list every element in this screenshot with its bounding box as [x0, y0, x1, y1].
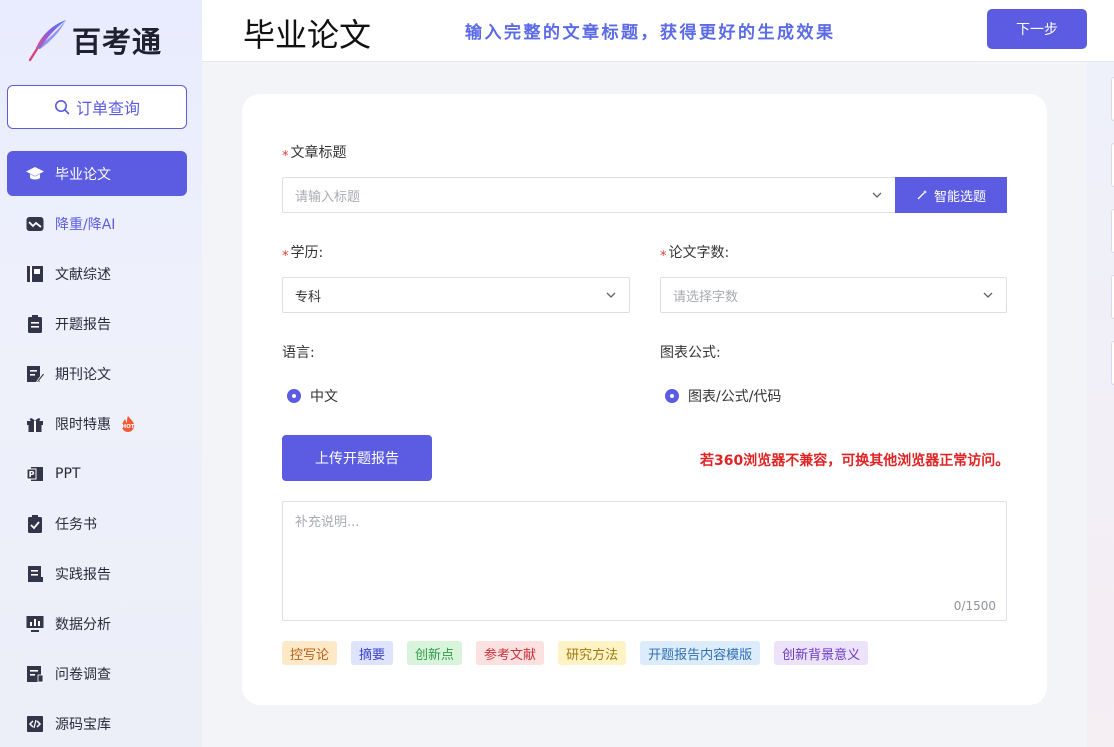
page-title: 毕业论文 [243, 16, 372, 54]
sidebar-item-label: PPT [55, 465, 81, 482]
radio-selected-icon [287, 389, 301, 403]
education-select[interactable]: 专科 [282, 277, 630, 313]
chevron-down-icon [606, 292, 616, 298]
title-placeholder: 请输入标题 [295, 189, 361, 205]
education-value: 专科 [295, 289, 322, 305]
title-label: * 文章标题 [282, 145, 347, 164]
search-icon [54, 100, 70, 115]
language-label: 语言: [282, 345, 315, 361]
tag-chip[interactable]: 参考文献 [476, 641, 545, 665]
sidebar-item-label: 降重/降AI [55, 216, 116, 233]
tag-chip[interactable]: 控写论 [282, 641, 338, 665]
sidebar-item-label: 实践报告 [55, 566, 111, 583]
graduation-cap-icon [25, 164, 45, 184]
upload-proposal-button[interactable]: 上传开题报告 [282, 435, 432, 481]
trend-down-icon [25, 214, 45, 234]
browser-warning: 若360浏览器不兼容，可换其他浏览器正常访问。 [700, 453, 1010, 469]
monitor-chart-icon [25, 614, 45, 634]
sidebar-item-thesis[interactable]: 毕业论文 [7, 151, 187, 196]
sidebar-item-label: 源码宝库 [55, 716, 111, 733]
smart-topic-label: 智能选题 [933, 189, 986, 205]
sidebar-item-practice[interactable]: 实践报告 [7, 551, 187, 596]
app-name: 百考通 [72, 25, 163, 59]
order-search-label: 订单查询 [75, 99, 140, 118]
title-input[interactable]: 请输入标题 [282, 177, 896, 213]
hot-badge-text: HOT [121, 424, 134, 430]
sidebar-item-literature[interactable]: 文献综述 [7, 251, 187, 296]
sparkle-icon [917, 190, 927, 200]
hot-badge-icon: HOT [121, 415, 135, 432]
sidebar-item-label: 数据分析 [55, 616, 111, 633]
required-mark: * [282, 149, 289, 164]
edit-document-icon [25, 364, 45, 384]
tag-chip[interactable]: 开题报告内容模版 [640, 641, 761, 665]
sidebar-item-promo[interactable]: 限时特惠 HOT [7, 401, 187, 446]
report-icon [25, 564, 45, 584]
sidebar-item-label: 任务书 [55, 516, 97, 533]
sidebar-item-proposal[interactable]: 开题报告 [7, 301, 187, 346]
notes-placeholder: 补充说明... [295, 515, 360, 530]
sidebar-item-label: 毕业论文 [55, 166, 111, 183]
smart-topic-button[interactable]: 智能选题 [895, 177, 1007, 213]
logo: 百考通 [26, 16, 162, 64]
survey-icon [25, 664, 45, 684]
code-icon [25, 714, 45, 734]
required-mark: * [660, 249, 667, 264]
book-icon [25, 264, 45, 284]
right-panel-edge [1087, 63, 1114, 747]
tag-chip[interactable]: 研究方法 [558, 641, 627, 665]
gift-icon [25, 414, 45, 434]
wordcount-label: * 论文字数: [660, 245, 730, 264]
chart-formula-value: 图表/公式/代码 [688, 389, 782, 405]
sidebar-item-label: 开题报告 [55, 316, 111, 333]
char-counter: 0/1500 [953, 599, 996, 613]
header: 毕业论文 输入完整的文章标题，获得更好的生成效果 下一步 [202, 0, 1114, 62]
order-search-button[interactable]: 订单查询 [7, 85, 187, 129]
svg-text:P: P [29, 470, 35, 479]
chevron-down-icon [983, 292, 993, 298]
wordcount-placeholder: 请选择字数 [673, 289, 739, 305]
sidebar-item-journal[interactable]: 期刊论文 [7, 351, 187, 396]
sidebar-item-reduce[interactable]: 降重/降AI [7, 201, 187, 246]
chart-formula-radio[interactable]: 图表/公式/代码 [665, 386, 781, 406]
required-mark: * [282, 249, 289, 264]
ppt-icon: P [25, 464, 45, 484]
sidebar: 百考通 订单查询 毕业论文 降重/降AI 文献综述 开题报告 期刊论文 限时特惠… [0, 0, 202, 747]
wordcount-select[interactable]: 请选择字数 [660, 277, 1007, 313]
tag-chip[interactable]: 摘要 [351, 641, 394, 665]
tag-chip[interactable]: 创新点 [407, 641, 463, 665]
sidebar-item-data[interactable]: 数据分析 [7, 601, 187, 646]
sidebar-nav: 毕业论文 降重/降AI 文献综述 开题报告 期刊论文 限时特惠 HOT P PP… [7, 151, 187, 747]
education-label: * 学历: [282, 245, 324, 264]
header-tip: 输入完整的文章标题，获得更好的生成效果 [465, 23, 836, 43]
sidebar-item-survey[interactable]: 问卷调查 [7, 651, 187, 696]
feather-logo-icon [28, 20, 66, 62]
sidebar-item-ppt[interactable]: P PPT [7, 451, 187, 496]
sidebar-item-label: 问卷调查 [55, 666, 111, 683]
clipboard-icon [25, 314, 45, 334]
chart-formula-label: 图表公式: [660, 345, 721, 361]
radio-selected-icon [665, 389, 679, 403]
tag-chip[interactable]: 创新背景意义 [774, 641, 869, 665]
form-card: * 文章标题 请输入标题 智能选题 * 学历: 专科 * 论文字数: 请选择字数 语言… [242, 94, 1047, 705]
sidebar-item-code[interactable]: 源码宝库 [7, 701, 187, 746]
suggestion-tags: 控写论 摘要 创新点 参考文献 研究方法 开题报告内容模版 创新背景意义 [282, 641, 882, 665]
sidebar-item-label: 期刊论文 [55, 366, 111, 383]
language-radio-chinese[interactable]: 中文 [287, 386, 338, 406]
next-step-button[interactable]: 下一步 [987, 9, 1087, 49]
notes-textarea[interactable]: 补充说明... 0/1500 [282, 501, 1007, 621]
language-value: 中文 [310, 389, 338, 405]
clipboard-check-icon [25, 514, 45, 534]
sidebar-item-task[interactable]: 任务书 [7, 501, 187, 546]
sidebar-item-label: 文献综述 [55, 266, 111, 283]
sidebar-item-label: 限时特惠 [55, 416, 111, 433]
chevron-down-icon [872, 192, 882, 198]
